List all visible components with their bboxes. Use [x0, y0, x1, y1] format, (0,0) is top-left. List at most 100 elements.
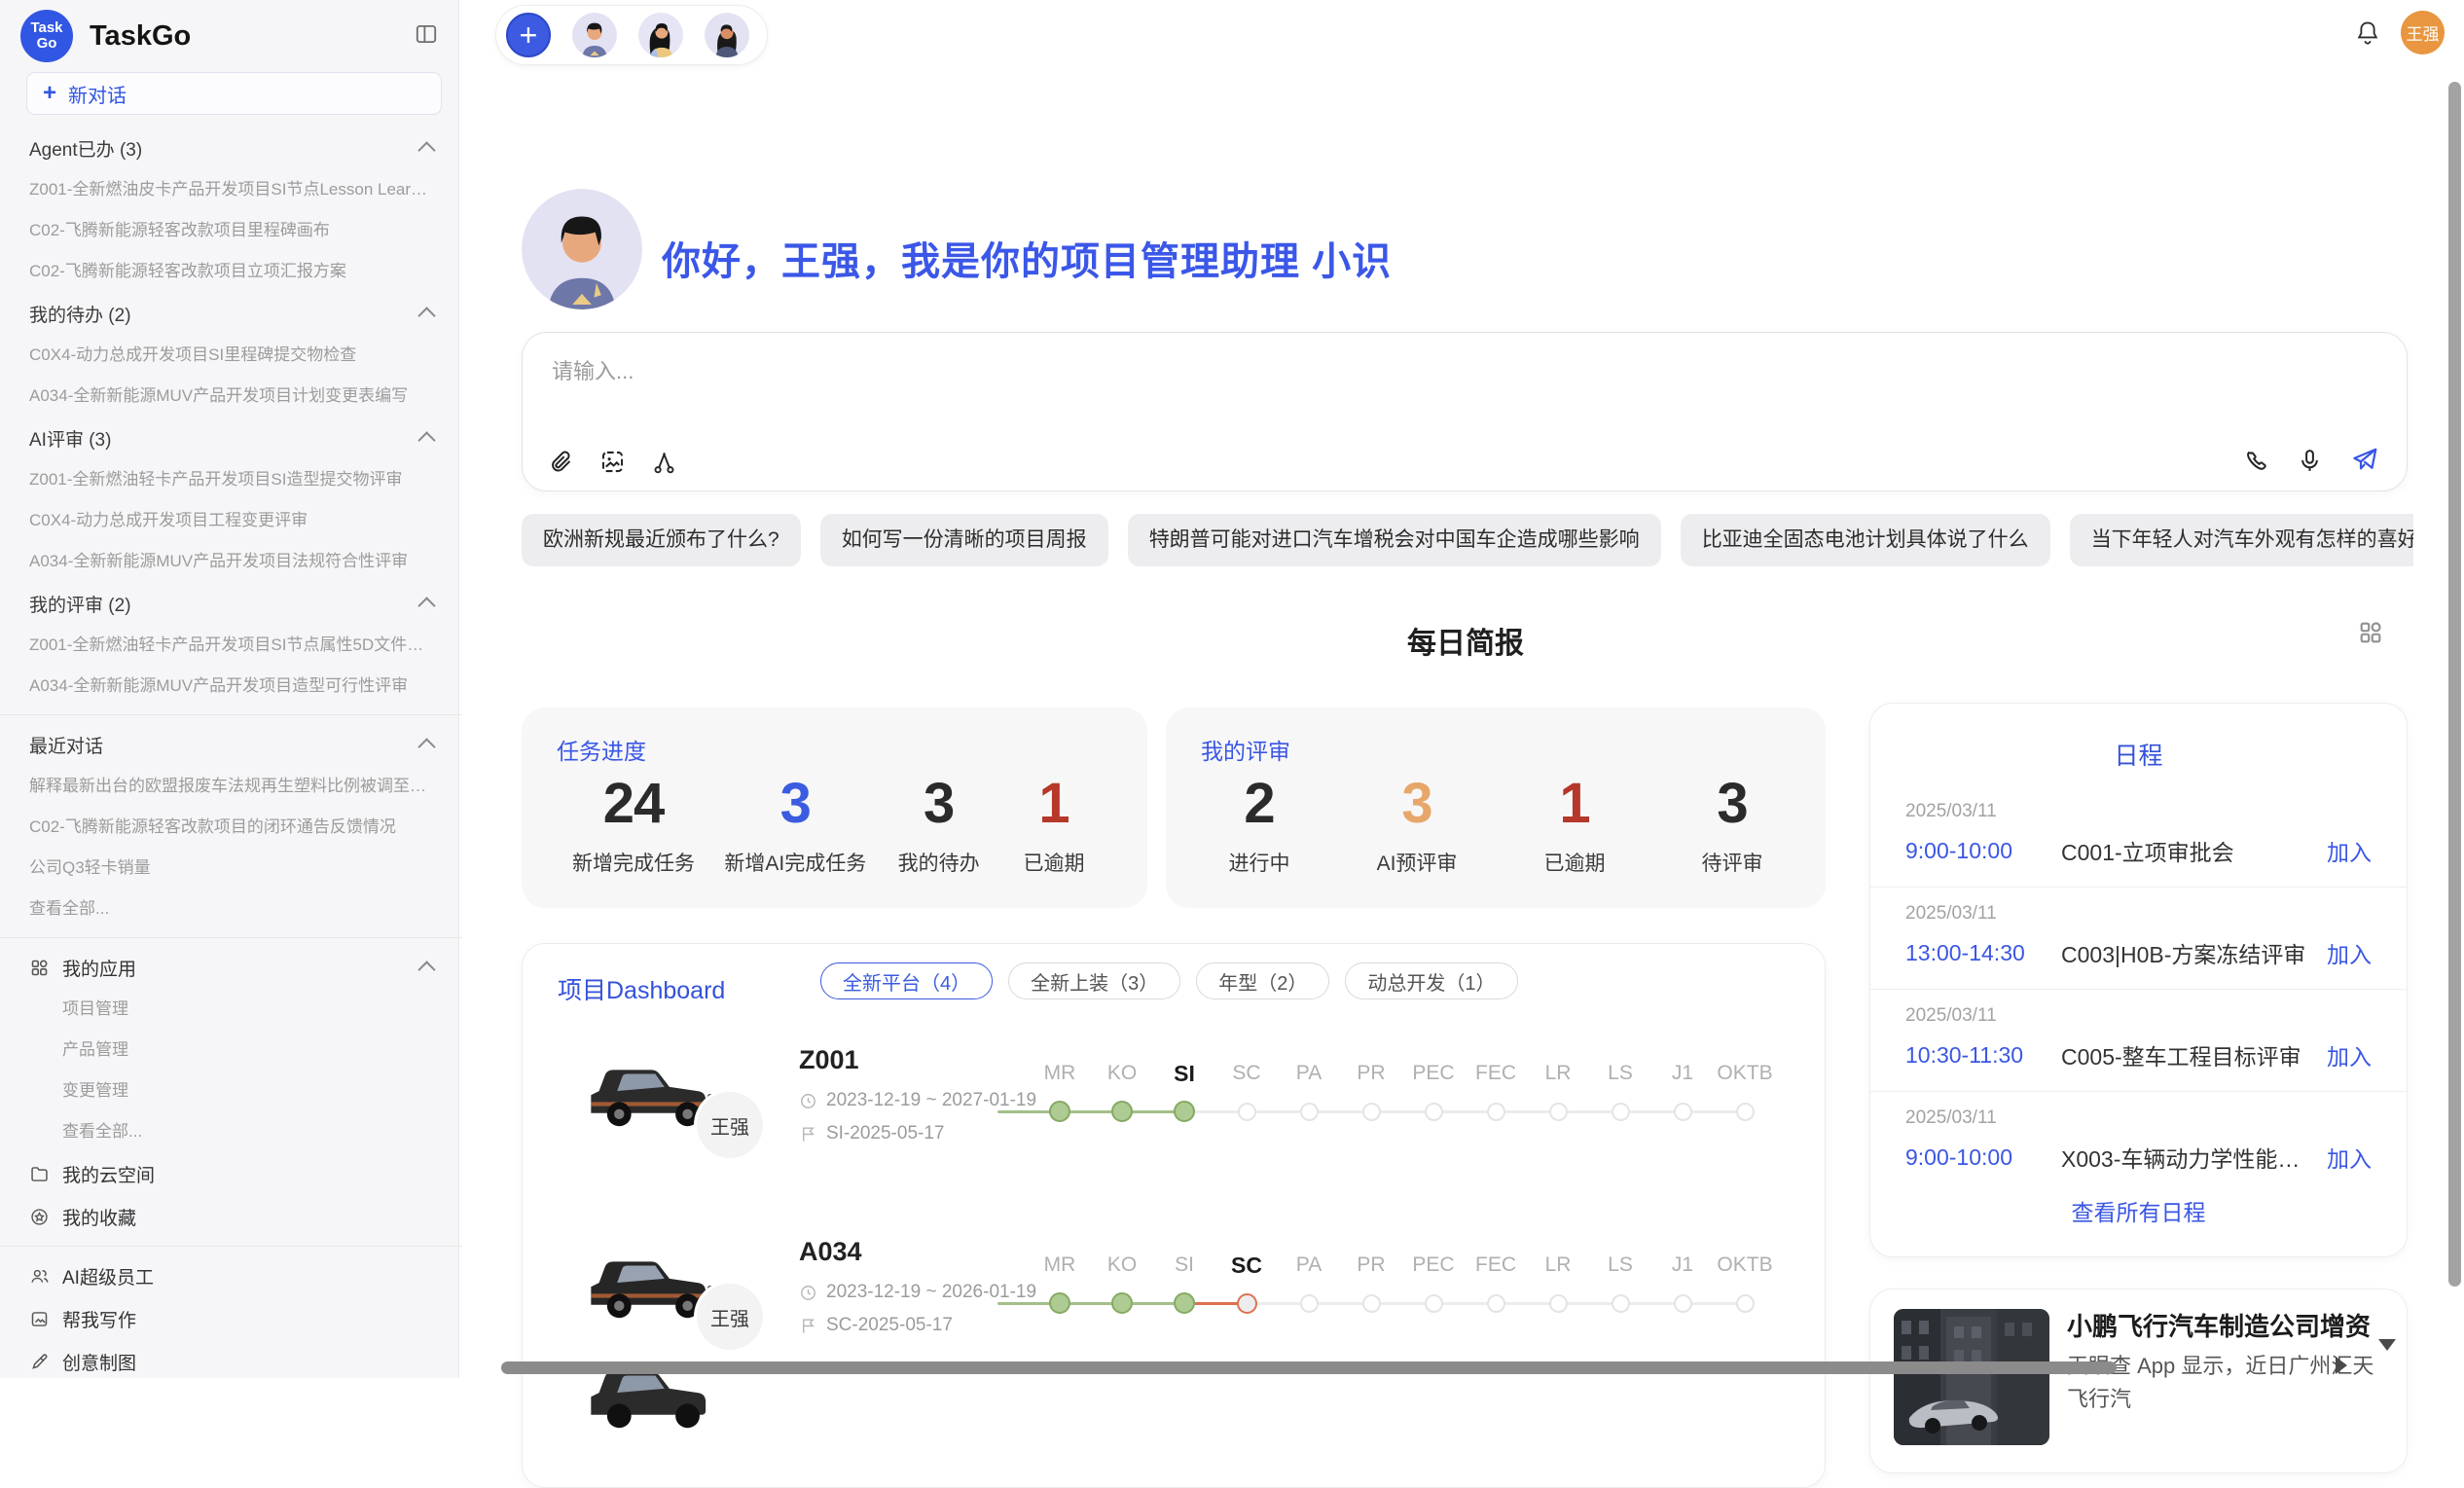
milestone: SI [1153, 1059, 1215, 1131]
chevron-up-icon[interactable] [417, 597, 435, 614]
sidebar-collapse-icon[interactable] [414, 21, 439, 47]
user-avatar[interactable]: 王强 [2401, 11, 2445, 54]
paperclip-icon[interactable] [548, 449, 574, 475]
dashboard-tab[interactable]: 全新平台（4） [820, 962, 993, 999]
recent-chat-item[interactable]: C02-飞腾新能源轻客改款项目的闭环通告反馈情况 [29, 807, 433, 848]
sidebar-item-cloud-space[interactable]: 我的云空间 [29, 1152, 433, 1195]
milestone-dot[interactable] [1174, 1101, 1195, 1122]
stat-item: 24 新增完成任务 [572, 774, 695, 877]
milestone-dot[interactable] [1487, 1103, 1505, 1121]
app-link-item[interactable]: 变更管理 [29, 1071, 433, 1111]
chevron-up-icon[interactable] [417, 431, 435, 449]
sidebar-task-item[interactable]: C02-飞腾新能源轻客改款项目立项汇报方案 [29, 251, 433, 292]
image-icon [29, 1309, 50, 1329]
milestone-dot[interactable] [1174, 1292, 1195, 1314]
sidebar-task-item[interactable]: A034-全新新能源MUV产品开发项目造型可行性评审 [29, 666, 433, 707]
sidebar-task-item[interactable]: A034-全新新能源MUV产品开发项目法规符合性评审 [29, 541, 433, 582]
sidebar-item-my-apps[interactable]: 我的应用 [29, 946, 433, 989]
milestone-dot[interactable] [1049, 1101, 1070, 1122]
sidebar-task-item[interactable]: Z001-全新燃油轻卡产品开发项目SI节点属性5D文件评审 [29, 625, 433, 666]
milestone: PR [1340, 1251, 1402, 1323]
sidebar-task-item[interactable]: Z001-全新燃油皮卡产品开发项目SI节点Lesson Learn报告 [29, 169, 433, 210]
dashboard-tab[interactable]: 动总开发（1） [1345, 962, 1517, 999]
chevron-up-icon[interactable] [417, 961, 435, 978]
join-link[interactable]: 加入 [2327, 1141, 2372, 1174]
bell-icon[interactable] [2353, 18, 2382, 48]
sidebar-item-creative-draw[interactable]: 创意制图 [29, 1340, 433, 1383]
milestone-label: FEC [1465, 1059, 1527, 1092]
chevron-up-icon[interactable] [417, 307, 435, 324]
join-link[interactable]: 加入 [2327, 1038, 2372, 1071]
milestone-dot[interactable] [1736, 1103, 1755, 1121]
scissors-icon[interactable] [651, 449, 677, 475]
sidebar-section-my-todo[interactable]: 我的待办 (2) [29, 292, 433, 335]
app-link-item[interactable]: 查看全部... [29, 1111, 433, 1152]
milestone-dot[interactable] [1674, 1294, 1692, 1313]
add-member-button[interactable]: + [506, 13, 551, 57]
news-card[interactable]: 小鹏飞行汽车制造公司增资 天眼查 App 显示，近日广州汇天飞行汽 [1869, 1288, 2408, 1473]
milestone-dot[interactable] [1111, 1101, 1133, 1122]
milestone-dot[interactable] [1425, 1103, 1443, 1121]
milestone-dot[interactable] [1362, 1294, 1381, 1313]
sidebar-task-item[interactable]: C02-飞腾新能源轻客改款项目里程碑画布 [29, 210, 433, 251]
member-avatar[interactable] [572, 13, 617, 57]
suggestion-chip[interactable]: 当下年轻人对汽车外观有怎样的喜好趋势 [2070, 514, 2413, 566]
send-icon[interactable] [2350, 446, 2379, 475]
milestone-dot[interactable] [1362, 1103, 1381, 1121]
horizontal-scrollbar[interactable] [501, 1361, 2117, 1374]
sidebar-section-my-review[interactable]: 我的评审 (2) [29, 582, 433, 625]
new-chat-button[interactable]: + 新对话 [26, 72, 442, 115]
recent-chat-item[interactable]: 查看全部... [29, 889, 433, 929]
join-link[interactable]: 加入 [2327, 936, 2372, 969]
milestone-dot[interactable] [1238, 1103, 1256, 1121]
milestone-dot[interactable] [1300, 1103, 1319, 1121]
app-link-item[interactable]: 项目管理 [29, 989, 433, 1030]
chat-input[interactable] [550, 352, 2364, 424]
milestone-dot[interactable] [1111, 1292, 1133, 1314]
recent-chat-item[interactable]: 解释最新出台的欧盟报废车法规再生塑料比例被调至15%... [29, 766, 433, 807]
milestone-dot[interactable] [1425, 1294, 1443, 1313]
milestone-dot[interactable] [1612, 1103, 1630, 1121]
schedule-date: 2025/03/11 [1905, 1005, 2372, 1027]
milestone-dot[interactable] [1736, 1294, 1755, 1313]
sidebar-item-help-write[interactable]: 帮我写作 [29, 1297, 433, 1340]
sidebar-section-ai-review[interactable]: AI评审 (3) [29, 417, 433, 459]
sidebar-section-recent[interactable]: 最近对话 [29, 723, 433, 766]
scroll-right-arrow-icon[interactable] [2336, 1357, 2347, 1374]
chevron-up-icon[interactable] [417, 738, 435, 755]
dashboard-tab[interactable]: 全新上装（3） [1008, 962, 1180, 999]
dashboard-tab[interactable]: 年型（2） [1196, 962, 1329, 999]
member-avatar[interactable] [638, 13, 683, 57]
image-icon[interactable] [599, 449, 626, 475]
sidebar-section-agent-done[interactable]: Agent已办 (3) [29, 127, 433, 169]
sidebar-task-item[interactable]: Z001-全新燃油轻卡产品开发项目SI造型提交物评审 [29, 459, 433, 500]
sidebar-item-favorites[interactable]: 我的收藏 [29, 1195, 433, 1238]
sidebar-task-item[interactable]: C0X4-动力总成开发项目工程变更评审 [29, 500, 433, 541]
mic-icon[interactable] [2297, 448, 2323, 474]
milestone-dot[interactable] [1549, 1103, 1568, 1121]
suggestion-chip[interactable]: 如何写一份清晰的项目周报 [820, 514, 1108, 566]
sidebar-task-item[interactable]: A034-全新新能源MUV产品开发项目计划变更表编写 [29, 376, 433, 417]
join-link[interactable]: 加入 [2327, 834, 2372, 867]
vertical-scrollbar[interactable] [2448, 82, 2461, 1287]
suggestion-chip[interactable]: 欧洲新规最近颁布了什么? [522, 514, 801, 566]
milestone-dot[interactable] [1487, 1294, 1505, 1313]
milestone-dot[interactable] [1237, 1293, 1257, 1314]
suggestion-chip[interactable]: 特朗普可能对进口汽车增税会对中国车企造成哪些影响 [1128, 514, 1661, 566]
recent-chat-item[interactable]: 公司Q3轻卡销量 [29, 848, 433, 889]
suggestion-chip[interactable]: 比亚迪全固态电池计划具体说了什么 [1681, 514, 2050, 566]
milestone-dot[interactable] [1612, 1294, 1630, 1313]
phone-icon[interactable] [2243, 448, 2269, 474]
milestone-dot[interactable] [1300, 1294, 1319, 1313]
app-link-item[interactable]: 产品管理 [29, 1030, 433, 1071]
view-all-schedule-link[interactable]: 查看所有日程 [1870, 1194, 2407, 1227]
member-avatar[interactable] [705, 13, 749, 57]
grid-layout-icon[interactable] [2357, 619, 2384, 646]
milestone-dot[interactable] [1049, 1292, 1070, 1314]
sidebar-item-ai-employee[interactable]: AI超级员工 [29, 1254, 433, 1297]
scroll-down-arrow-icon[interactable] [2378, 1339, 2396, 1351]
chevron-up-icon[interactable] [417, 141, 435, 159]
milestone-dot[interactable] [1549, 1294, 1568, 1313]
sidebar-task-item[interactable]: C0X4-动力总成开发项目SI里程碑提交物检查 [29, 335, 433, 376]
milestone-dot[interactable] [1674, 1103, 1692, 1121]
